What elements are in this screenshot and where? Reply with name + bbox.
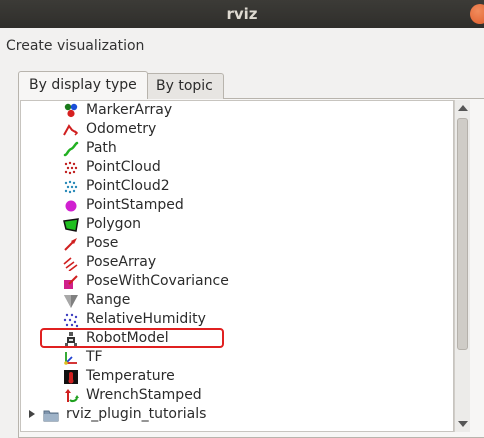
list-item-posearray[interactable]: PoseArray	[21, 253, 453, 272]
close-icon[interactable]	[470, 4, 484, 24]
path-icon	[63, 141, 79, 157]
list-item-wrenchstamped[interactable]: WrenchStamped	[21, 386, 453, 405]
list-item-label: Pose	[86, 235, 119, 251]
expand-arrow-icon[interactable]	[27, 409, 37, 419]
scroll-up-icon[interactable]	[458, 105, 468, 111]
odometry-icon	[63, 124, 79, 136]
list-item-label: WrenchStamped	[86, 387, 202, 403]
list-item-label: Range	[86, 292, 131, 308]
list-item-label: RobotModel	[86, 330, 169, 346]
list-item-pose[interactable]: Pose	[21, 234, 453, 253]
range-icon	[64, 295, 78, 308]
pose-covariance-icon	[64, 275, 78, 289]
folder-label: rviz_plugin_tutorials	[66, 406, 207, 422]
list-item-pointstamped[interactable]: PointStamped	[21, 196, 453, 215]
list-item-label: MarkerArray	[86, 102, 173, 118]
list-item-temperature[interactable]: Temperature	[21, 367, 453, 386]
wrench-stamped-icon	[65, 389, 79, 403]
scroll-down-icon[interactable]	[458, 421, 468, 427]
polygon-icon	[63, 218, 79, 232]
list-item-label: PointCloud2	[86, 178, 170, 194]
list-item-label: PoseWithCovariance	[86, 273, 229, 289]
list-item-label: Odometry	[86, 121, 157, 137]
list-item-polygon[interactable]: Polygon	[21, 215, 453, 234]
list-item-label: RelativeHumidity	[86, 311, 206, 327]
window-title: rviz	[226, 5, 258, 23]
list-item-label: TF	[86, 349, 103, 365]
pose-icon	[64, 238, 77, 251]
folder-icon	[43, 410, 59, 422]
display-type-list[interactable]: MarkerArray Odometry Path PointCloud Poi…	[20, 100, 454, 432]
tf-icon	[64, 352, 77, 365]
vertical-scrollbar[interactable]	[454, 100, 470, 432]
pointcloud-icon	[64, 161, 78, 175]
point-stamped-icon	[65, 200, 77, 212]
list-item-label: Path	[86, 140, 117, 156]
list-item-label: PointStamped	[86, 197, 184, 213]
pointcloud2-icon	[64, 180, 78, 194]
marker-array-icon	[64, 103, 78, 118]
list-item-range[interactable]: Range	[21, 291, 453, 310]
tab-by-topic[interactable]: By topic	[145, 73, 224, 99]
robot-model-icon	[65, 332, 77, 346]
list-item-path[interactable]: Path	[21, 139, 453, 158]
list-item-tf[interactable]: TF	[21, 348, 453, 367]
title-bar: rviz	[0, 0, 484, 28]
temperature-icon	[64, 370, 78, 384]
pose-array-icon	[63, 257, 78, 271]
list-item-odometry[interactable]: Odometry	[21, 120, 453, 139]
list-item-pointcloud2[interactable]: PointCloud2	[21, 177, 453, 196]
list-item-rviz-plugin-tutorials[interactable]: rviz_plugin_tutorials	[21, 405, 453, 424]
relative-humidity-icon	[63, 313, 79, 328]
list-item-label: Polygon	[86, 216, 142, 232]
list-item-relativehumidity[interactable]: RelativeHumidity	[21, 310, 453, 329]
list-item-pointcloud[interactable]: PointCloud	[21, 158, 453, 177]
list-item-label: PointCloud	[86, 159, 161, 175]
tab-by-display-type[interactable]: By display type	[18, 71, 148, 99]
list-item-robotmodel[interactable]: RobotModel	[21, 329, 453, 348]
scrollbar-thumb[interactable]	[457, 118, 468, 350]
list-item-markerarray[interactable]: MarkerArray	[21, 101, 453, 120]
section-label: Create visualization	[6, 38, 145, 54]
list-item-label: Temperature	[86, 368, 175, 384]
list-item-label: PoseArray	[86, 254, 157, 270]
list-item-posewithcovariance[interactable]: PoseWithCovariance	[21, 272, 453, 291]
